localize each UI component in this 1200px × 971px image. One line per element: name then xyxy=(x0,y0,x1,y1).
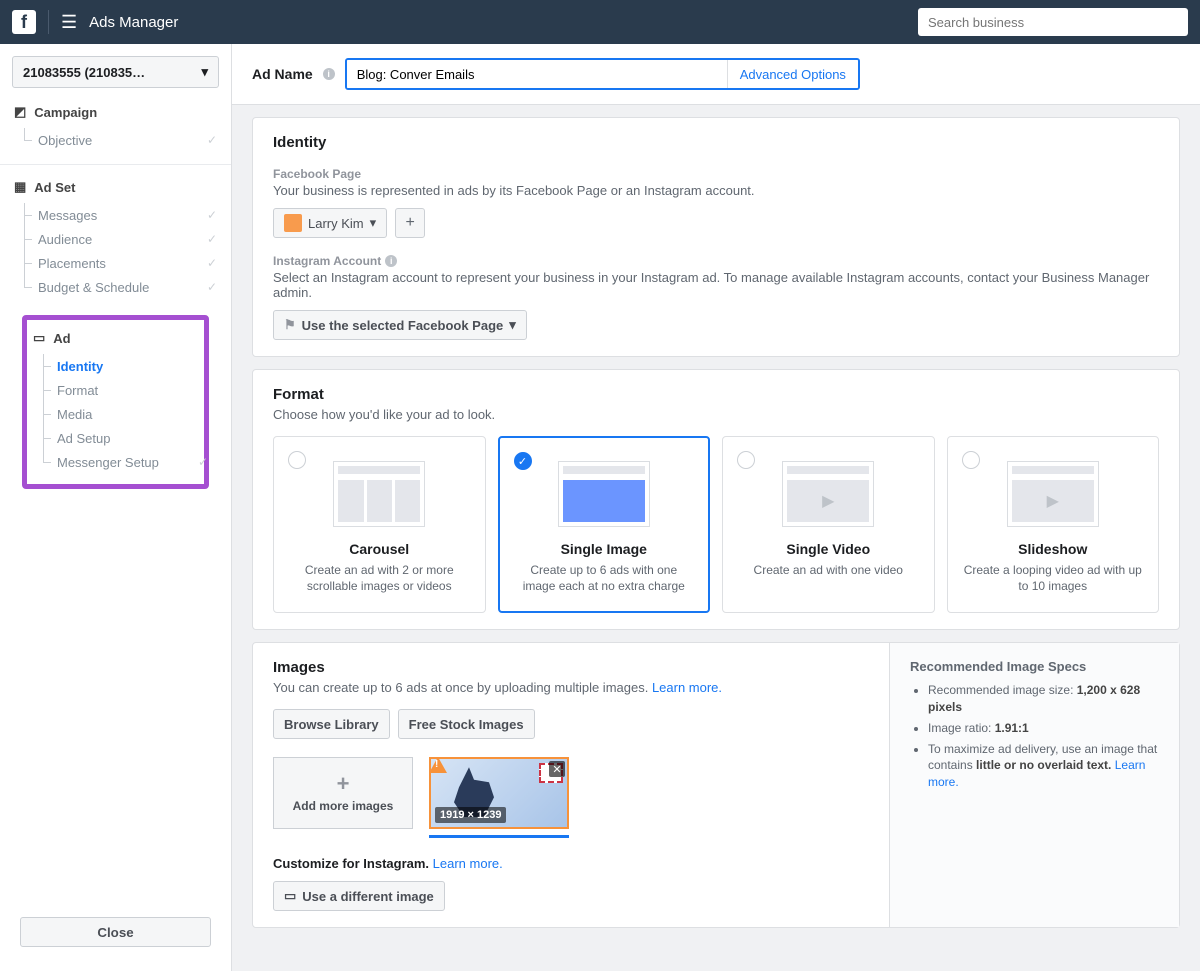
caret-down-icon: ▾ xyxy=(370,215,377,231)
images-panel: Images You can create up to 6 ads at onc… xyxy=(252,642,1180,928)
sidebar-item-messenger[interactable]: Messenger Setup✓ xyxy=(43,450,198,474)
format-thumb xyxy=(558,461,650,527)
close-button[interactable]: Close xyxy=(20,917,211,947)
format-subtitle: Choose how you'd like your ad to look. xyxy=(273,407,1159,422)
ig-label: Instagram Accounti xyxy=(273,254,1159,268)
check-icon: ✓ xyxy=(207,280,217,294)
customize-label: Customize for Instagram. xyxy=(273,856,429,871)
add-more-images-button[interactable]: + Add more images xyxy=(273,757,413,829)
nav-campaign-head[interactable]: ◩ Campaign xyxy=(14,104,217,120)
ad-icon: ▭ xyxy=(33,330,45,346)
page-name: Larry Kim xyxy=(308,216,364,231)
image-thumbnail[interactable]: ✕ 1919 × 1239 xyxy=(429,757,569,829)
format-card-single-image[interactable]: ✓ Single Image Create up to 6 ads with o… xyxy=(498,436,711,613)
account-selector[interactable]: 21083555 (210835… ▾ xyxy=(12,56,219,88)
warning-icon xyxy=(429,757,447,773)
images-subtitle: You can create up to 6 ads at once by up… xyxy=(273,680,869,695)
radio-icon xyxy=(737,451,755,469)
sidebar-item-audience[interactable]: Audience✓ xyxy=(24,227,217,251)
flag-icon: ⚑ xyxy=(284,317,296,333)
fb-page-desc: Your business is represented in ads by i… xyxy=(273,183,1159,198)
hamburger-icon[interactable]: ☰ xyxy=(61,12,77,33)
info-icon[interactable]: i xyxy=(323,68,335,80)
spec-item: To maximize ad delivery, use an image th… xyxy=(928,741,1159,791)
radio-icon xyxy=(962,451,980,469)
check-icon: ✓ xyxy=(207,232,217,246)
account-label: 21083555 (210835… xyxy=(23,65,145,80)
radio-icon xyxy=(288,451,306,469)
identity-panel: Identity Facebook Page Your business is … xyxy=(252,117,1180,357)
avatar xyxy=(284,214,302,232)
sidebar-item-objective[interactable]: Objective ✓ xyxy=(24,128,217,152)
ad-name-input[interactable] xyxy=(347,60,727,88)
ig-desc: Select an Instagram account to represent… xyxy=(273,270,1159,300)
app-title: Ads Manager xyxy=(89,14,178,31)
format-thumb xyxy=(333,461,425,527)
selected-indicator xyxy=(429,835,569,838)
sidebar-item-budget[interactable]: Budget & Schedule✓ xyxy=(24,275,217,299)
check-icon: ✓ xyxy=(207,256,217,270)
use-different-image-button[interactable]: ▭ Use a different image xyxy=(273,881,445,911)
check-icon: ✓ xyxy=(207,133,217,147)
format-card-single-video[interactable]: Single Video Create an ad with one video xyxy=(722,436,935,613)
dimensions-badge: 1919 × 1239 xyxy=(435,807,506,823)
sidebar-item-identity[interactable]: Identity xyxy=(43,354,198,378)
format-title: Format xyxy=(273,386,1159,403)
format-card-slideshow[interactable]: Slideshow Create a looping video ad with… xyxy=(947,436,1160,613)
sidebar-item-media[interactable]: Media xyxy=(43,402,198,426)
sidebar-item-adsetup[interactable]: Ad Setup xyxy=(43,426,198,450)
caret-down-icon: ▾ xyxy=(509,317,516,333)
check-icon: ✓ xyxy=(207,208,217,222)
advanced-options-link[interactable]: Advanced Options xyxy=(727,60,858,88)
spec-item: Recommended image size: 1,200 x 628 pixe… xyxy=(928,682,1159,716)
info-icon[interactable]: i xyxy=(385,255,397,267)
sidebar-item-format[interactable]: Format xyxy=(43,378,198,402)
format-thumb xyxy=(1007,461,1099,527)
images-title: Images xyxy=(273,659,869,676)
campaign-icon: ◩ xyxy=(14,104,26,120)
identity-title: Identity xyxy=(273,134,1159,151)
free-stock-button[interactable]: Free Stock Images xyxy=(398,709,535,739)
plus-icon: + xyxy=(337,773,350,795)
divider xyxy=(48,10,49,34)
specs-title: Recommended Image Specs xyxy=(910,659,1159,674)
nav-ad-head[interactable]: ▭ Ad xyxy=(33,330,198,346)
browse-library-button[interactable]: Browse Library xyxy=(273,709,390,739)
learn-more-link[interactable]: Learn more. xyxy=(433,856,503,871)
format-card-carousel[interactable]: Carousel Create an ad with 2 or more scr… xyxy=(273,436,486,613)
facebook-logo[interactable]: f xyxy=(12,10,36,34)
search-input[interactable] xyxy=(918,8,1188,36)
use-fb-page-button[interactable]: ⚑ Use the selected Facebook Page ▾ xyxy=(273,310,527,340)
add-page-button[interactable]: + xyxy=(395,208,425,238)
nav-adset-head[interactable]: ▦ Ad Set xyxy=(14,179,217,195)
adset-icon: ▦ xyxy=(14,179,26,195)
fb-page-label: Facebook Page xyxy=(273,167,1159,181)
page-selector[interactable]: Larry Kim ▾ xyxy=(273,208,387,238)
caret-down-icon: ▾ xyxy=(201,64,208,80)
ad-name-label: Ad Name xyxy=(252,66,313,82)
check-icon: ✓ xyxy=(198,455,208,469)
format-thumb xyxy=(782,461,874,527)
learn-more-link[interactable]: Learn more. xyxy=(652,680,722,695)
radio-checked-icon: ✓ xyxy=(514,452,532,470)
device-icon: ▭ xyxy=(284,888,296,904)
format-panel: Format Choose how you'd like your ad to … xyxy=(252,369,1180,630)
sidebar-item-messages[interactable]: Messages✓ xyxy=(24,203,217,227)
spec-item: Image ratio: 1.91:1 xyxy=(928,720,1159,737)
sidebar-item-placements[interactable]: Placements✓ xyxy=(24,251,217,275)
ad-section-highlight: ▭ Ad Identity Format Media Ad Setup Mess… xyxy=(22,315,209,489)
remove-image-icon[interactable]: ✕ xyxy=(549,761,565,777)
